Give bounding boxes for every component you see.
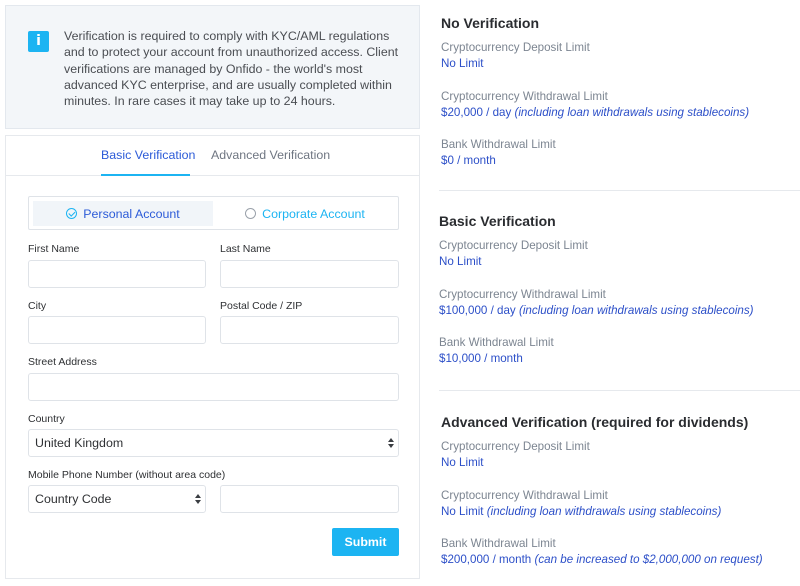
verification-tabs: Basic Verification Advanced Verification <box>6 136 419 176</box>
limit-note: (including loan withdrawals using stable… <box>514 106 750 119</box>
tab-basic-verification[interactable]: Basic Verification <box>101 148 195 162</box>
limit-value: No Limit (including loan withdrawals usi… <box>441 505 721 518</box>
limit-label: Cryptocurrency Deposit Limit <box>439 239 588 252</box>
limit-note: (including loan withdrawals using stable… <box>486 505 722 518</box>
first-name-input[interactable] <box>28 260 206 288</box>
city-input[interactable] <box>28 316 206 344</box>
corporate-account-option[interactable]: Corporate Account <box>215 201 395 226</box>
radio-circle-icon <box>245 208 257 219</box>
corporate-account-label: Corporate Account <box>262 206 365 221</box>
check-circle-icon <box>66 208 78 219</box>
limit-label: Cryptocurrency Deposit Limit <box>441 440 590 453</box>
verification-form-column: i Verification is required to comply wit… <box>5 5 420 579</box>
limit-label: Bank Withdrawal Limit <box>441 537 556 550</box>
limit-value: $100,000 / day (including loan withdrawa… <box>439 304 754 317</box>
verification-form: Basic Verification Advanced Verification… <box>5 135 420 579</box>
active-tab-indicator <box>101 174 190 176</box>
limit-amount: No Limit <box>439 255 482 268</box>
personal-account-option[interactable]: Personal Account <box>33 201 213 226</box>
postal-code-label: Postal Code / ZIP <box>220 300 303 312</box>
postal-code-input[interactable] <box>220 316 399 344</box>
info-icon: i <box>28 31 49 52</box>
section-title: No Verification <box>441 15 540 31</box>
limit-value: $0 / month <box>441 154 496 167</box>
submit-button[interactable]: Submit <box>332 528 399 556</box>
limit-amount: No Limit <box>441 505 484 518</box>
street-address-label: Street Address <box>28 356 97 368</box>
account-type-toggle: Personal Account Corporate Account <box>28 196 399 230</box>
limit-value: No Limit <box>439 255 482 268</box>
first-name-label: First Name <box>28 243 80 255</box>
country-select-value: United Kingdom <box>35 436 124 450</box>
limit-amount: No Limit <box>441 456 484 469</box>
country-code-select[interactable]: Country Code <box>28 485 206 513</box>
limit-amount: $0 / month <box>441 154 496 167</box>
section-divider <box>439 390 800 391</box>
limit-amount: $100,000 / day <box>439 304 516 317</box>
limit-value: $10,000 / month <box>439 352 523 365</box>
info-notice: i Verification is required to comply wit… <box>5 5 420 129</box>
limit-label: Cryptocurrency Withdrawal Limit <box>441 489 608 502</box>
tab-advanced-verification[interactable]: Advanced Verification <box>211 148 330 162</box>
personal-account-label: Personal Account <box>83 206 180 221</box>
street-address-input[interactable] <box>28 373 399 401</box>
limit-label: Bank Withdrawal Limit <box>441 138 556 151</box>
section-divider <box>439 190 800 191</box>
section-title: Basic Verification <box>439 213 556 229</box>
limit-value: $20,000 / day (including loan withdrawal… <box>441 106 749 119</box>
country-code-select-value: Country Code <box>35 492 112 506</box>
limit-label: Bank Withdrawal Limit <box>439 336 554 349</box>
limit-label: Cryptocurrency Withdrawal Limit <box>441 90 608 103</box>
select-arrows-icon <box>388 438 394 449</box>
limit-value: No Limit <box>441 456 484 469</box>
limit-note: (including loan withdrawals using stable… <box>518 304 754 317</box>
limit-amount: No Limit <box>441 57 484 70</box>
notice-text: Verification is required to comply with … <box>64 29 399 109</box>
section-title: Advanced Verification (required for divi… <box>441 414 749 430</box>
country-label: Country <box>28 413 65 425</box>
limit-label: Cryptocurrency Deposit Limit <box>441 41 590 54</box>
limit-value: $200,000 / month (can be increased to $2… <box>441 553 763 566</box>
last-name-input[interactable] <box>220 260 399 288</box>
limit-value: No Limit <box>441 57 484 70</box>
phone-label: Mobile Phone Number (without area code) <box>28 469 226 481</box>
limit-amount: $20,000 / day <box>441 106 512 119</box>
limit-note: (can be increased to $2,000,000 on reque… <box>534 553 763 566</box>
limit-amount: $10,000 / month <box>439 352 523 365</box>
phone-number-input[interactable] <box>220 485 399 513</box>
limit-amount: $200,000 / month <box>441 553 532 566</box>
select-arrows-icon <box>195 494 201 505</box>
last-name-label: Last Name <box>220 243 271 255</box>
country-select[interactable]: United Kingdom <box>28 429 399 457</box>
limit-label: Cryptocurrency Withdrawal Limit <box>439 288 606 301</box>
city-label: City <box>28 300 47 312</box>
